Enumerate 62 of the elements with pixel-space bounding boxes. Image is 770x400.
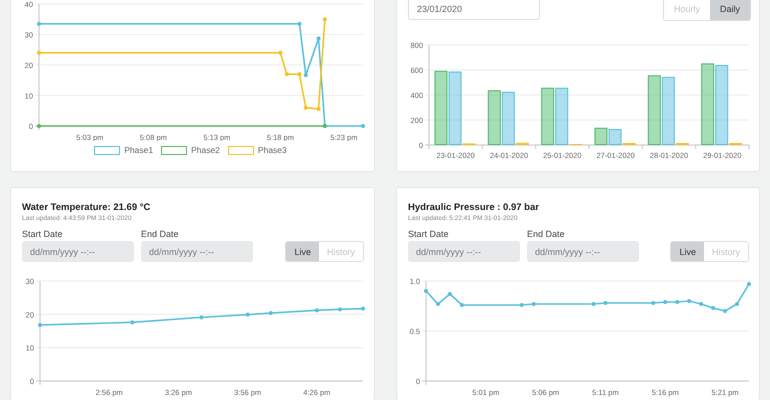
data-point — [278, 50, 282, 55]
data-point — [316, 36, 321, 40]
data-point — [130, 320, 134, 324]
data-point — [424, 289, 428, 293]
data-point — [297, 72, 302, 76]
data-point — [448, 292, 452, 296]
start-date-field[interactable]: dd/mm/yyyy --:-- — [22, 241, 134, 262]
data-point — [200, 315, 204, 320]
card-title: Hydraulic Pressure : 0.97 bar — [408, 202, 540, 214]
data-point — [284, 72, 289, 76]
legend-swatch — [94, 146, 120, 154]
field-label: Start Date — [22, 229, 64, 240]
data-point — [532, 302, 536, 306]
data-point — [675, 300, 680, 304]
data-point — [747, 282, 751, 286]
bar — [648, 75, 661, 145]
data-point — [314, 308, 319, 312]
bar — [488, 90, 501, 145]
legend-label: Phase1 — [124, 145, 154, 155]
data-point — [37, 124, 41, 128]
date-field[interactable]: 23/01/2020 — [408, 0, 540, 20]
data-point — [520, 303, 524, 307]
bar — [541, 88, 554, 145]
bar — [594, 128, 608, 145]
legend-label: Phase3 — [258, 145, 287, 155]
data-point — [361, 306, 365, 311]
data-point — [663, 300, 668, 304]
data-point — [436, 302, 440, 306]
data-point — [38, 323, 42, 327]
data-point — [735, 302, 740, 306]
data-point — [338, 307, 342, 312]
end-date-field[interactable]: dd/mm/yyyy --:-- — [527, 241, 639, 262]
data-point — [723, 309, 728, 313]
mode-button[interactable]: Live — [286, 242, 319, 261]
data-point — [304, 106, 308, 110]
data-point — [603, 301, 608, 305]
data-point — [304, 73, 308, 78]
data-point — [687, 299, 692, 303]
legend-swatch — [161, 146, 188, 154]
card-title: Water Temperature: 21.69 °C — [22, 202, 152, 214]
legend-swatch — [228, 146, 254, 154]
data-point — [591, 302, 596, 306]
data-point — [699, 302, 704, 306]
mode-button[interactable]: Daily — [710, 0, 750, 20]
field-label: End Date — [141, 229, 180, 240]
data-point — [361, 124, 365, 128]
data-point — [37, 50, 41, 55]
data-point — [316, 106, 321, 111]
data-point — [460, 303, 464, 307]
legend-label: Phase2 — [191, 145, 220, 155]
data-point — [322, 17, 327, 22]
data-point — [297, 22, 302, 26]
start-date-field[interactable]: dd/mm/yyyy --:-- — [408, 241, 520, 262]
end-date-field[interactable]: dd/mm/yyyy --:-- — [141, 241, 253, 262]
data-point — [268, 311, 273, 315]
field-label: Start Date — [408, 229, 450, 240]
field-label: End Date — [527, 229, 566, 240]
mode-button[interactable]: Live — [671, 242, 704, 261]
data-point — [651, 301, 656, 305]
data-point — [246, 312, 250, 317]
data-point — [711, 306, 716, 310]
data-point — [37, 22, 41, 26]
